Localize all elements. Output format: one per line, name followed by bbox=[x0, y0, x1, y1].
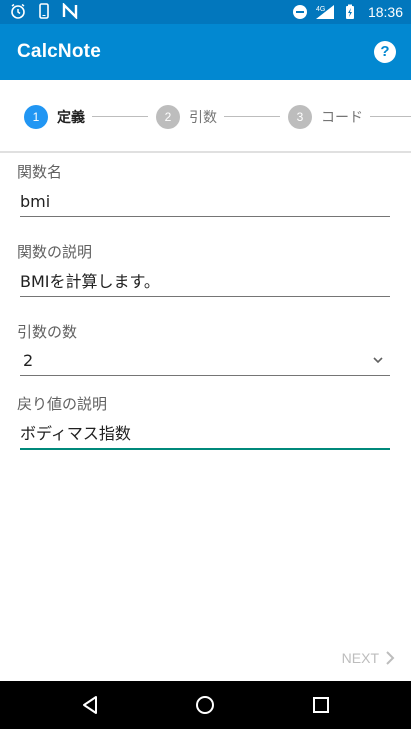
argument-count-select[interactable]: 2 bbox=[20, 347, 390, 376]
chevron-down-icon bbox=[373, 357, 383, 364]
function-name-value: bmi bbox=[20, 192, 51, 211]
return-description-value: ボディマス指数 bbox=[20, 424, 131, 443]
back-icon[interactable] bbox=[79, 693, 103, 717]
argument-count-label: 引数の数 bbox=[17, 323, 78, 341]
svg-text:4G: 4G bbox=[316, 6, 325, 13]
navigation-bar bbox=[0, 681, 411, 729]
recents-icon[interactable] bbox=[309, 693, 333, 717]
function-name-input[interactable]: bmi bbox=[20, 188, 390, 217]
step-connector bbox=[370, 116, 411, 117]
alarm-icon bbox=[11, 3, 25, 19]
app-title: CalcNote bbox=[17, 41, 101, 62]
return-description-label: 戻り値の説明 bbox=[17, 395, 108, 413]
help-icon[interactable]: ? bbox=[374, 41, 396, 63]
battery-icon bbox=[345, 4, 354, 19]
step-connector bbox=[92, 116, 148, 117]
step-connector bbox=[224, 116, 280, 117]
next-button[interactable]: NEXT bbox=[342, 648, 395, 668]
function-description-value: BMIを計算します。 bbox=[20, 272, 160, 291]
return-description-input[interactable]: ボディマス指数 bbox=[20, 420, 390, 450]
status-bar: 4G 18:36 bbox=[0, 0, 411, 24]
signal-icon: 4G bbox=[315, 5, 334, 19]
status-time: 18:36 bbox=[367, 4, 403, 20]
home-icon[interactable] bbox=[193, 693, 217, 717]
function-description-input[interactable]: BMIを計算します。 bbox=[20, 268, 390, 297]
step-arguments[interactable]: 2 引数 bbox=[156, 105, 217, 129]
argument-count-value: 2 bbox=[23, 351, 34, 370]
step-number-1: 1 bbox=[24, 105, 48, 129]
chevron-right-icon bbox=[386, 651, 395, 665]
phone-icon bbox=[39, 3, 49, 19]
step-number-3: 3 bbox=[288, 105, 312, 129]
function-name-label: 関数名 bbox=[17, 163, 63, 181]
function-description-label: 関数の説明 bbox=[17, 243, 93, 261]
do-not-disturb-icon bbox=[292, 5, 307, 19]
step-code[interactable]: 3 コード bbox=[288, 105, 363, 129]
step-definition[interactable]: 1 定義 bbox=[24, 105, 85, 129]
step-label-arguments: 引数 bbox=[189, 110, 217, 126]
step-label-code: コード bbox=[321, 110, 363, 126]
step-number-2: 2 bbox=[156, 105, 180, 129]
step-label-definition: 定義 bbox=[57, 110, 85, 126]
next-label: NEXT bbox=[341, 650, 379, 666]
stepper-divider bbox=[0, 151, 411, 153]
n-app-icon bbox=[62, 3, 78, 19]
app-bar: CalcNote ? bbox=[0, 24, 411, 80]
stepper: 1 定義 2 引数 3 コード bbox=[0, 80, 411, 152]
